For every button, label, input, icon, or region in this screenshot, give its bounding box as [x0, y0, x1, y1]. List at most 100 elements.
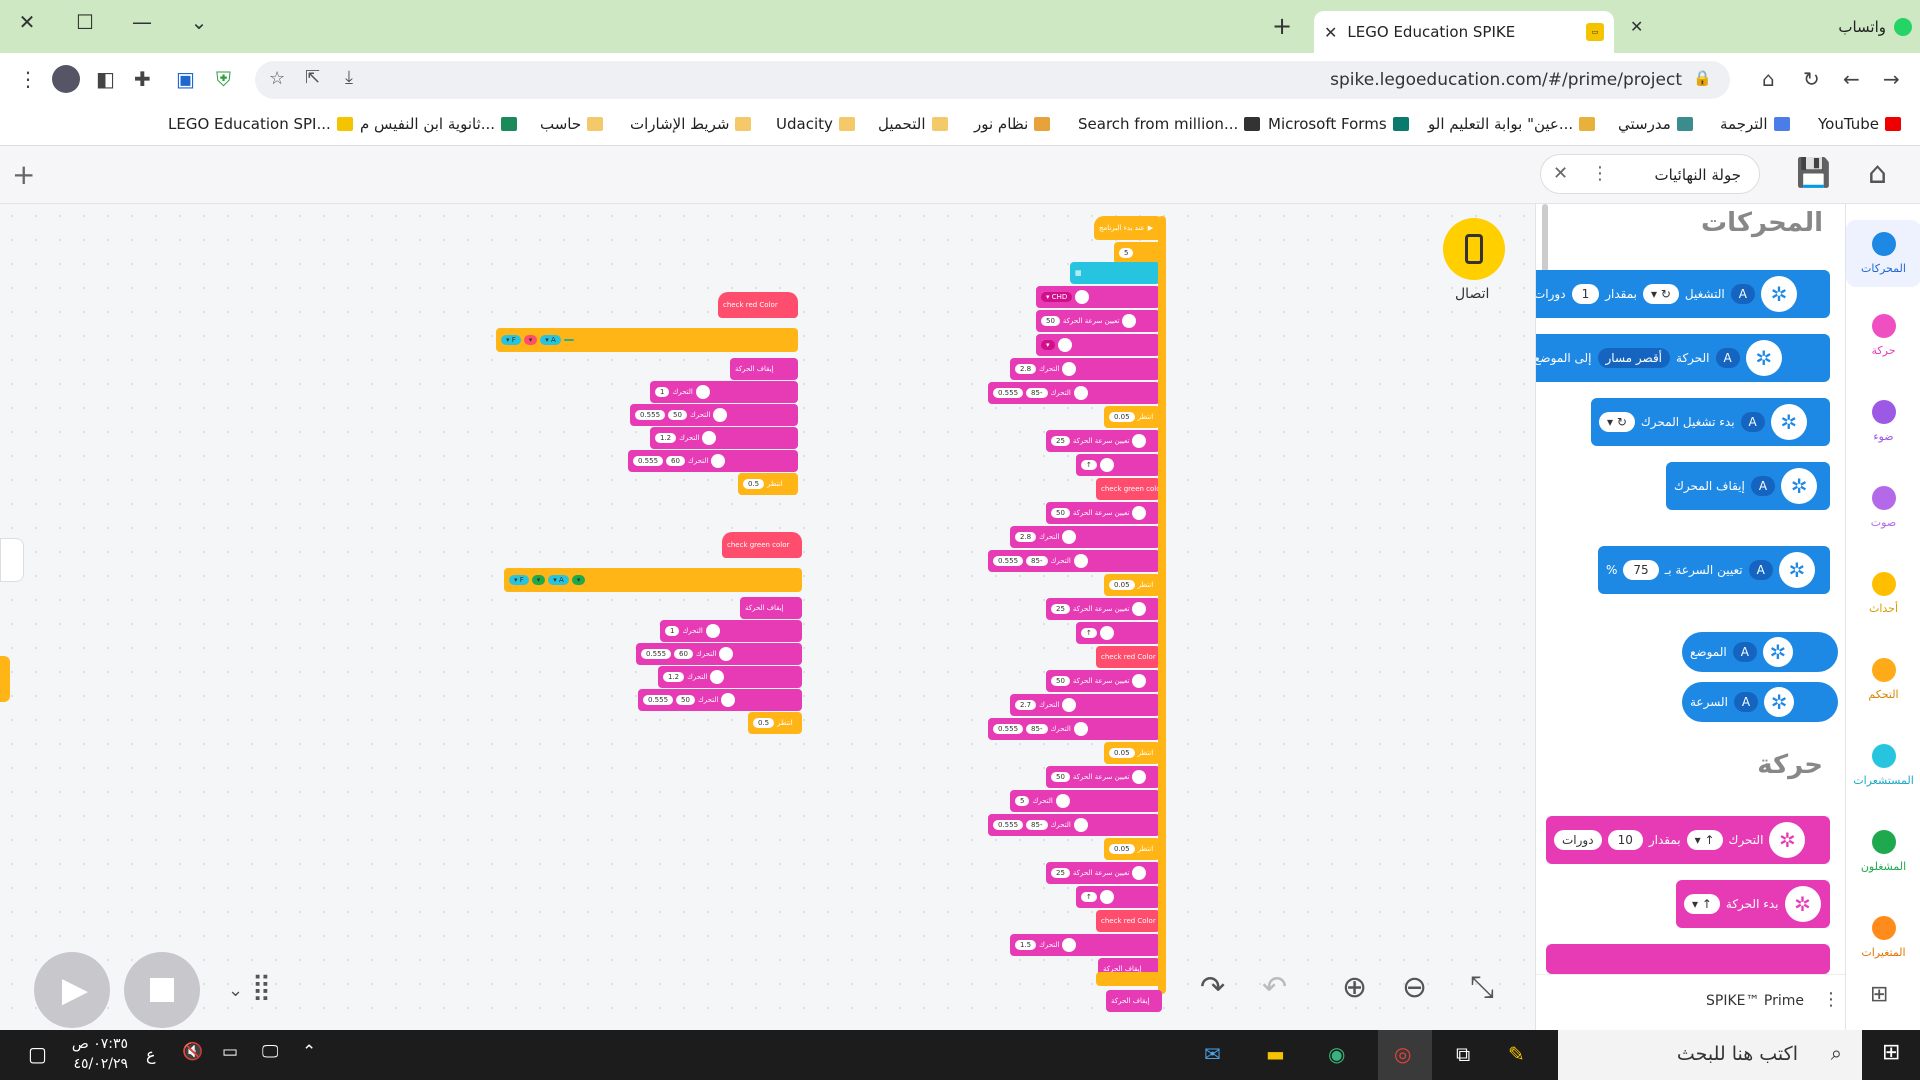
wait-block[interactable]: انتظر 0.05: [1104, 838, 1160, 860]
notification-icon[interactable]: ▢: [28, 1042, 47, 1066]
bookmark-folder[interactable]: حاسب: [540, 115, 604, 133]
bookmark-item[interactable]: Search from million...: [1078, 115, 1261, 133]
connect-hub-button[interactable]: [1443, 218, 1505, 280]
move-block[interactable]: التحرك -85 0.555: [988, 382, 1160, 404]
undo-icon[interactable]: ↶: [1262, 970, 1287, 1005]
close-tab-icon[interactable]: ✕: [1324, 23, 1337, 42]
set-speed-block[interactable]: تعيين سرعة الحركة 25: [1046, 430, 1160, 452]
play-button[interactable]: ▶: [34, 952, 110, 1028]
chevron-up-icon[interactable]: ⌃: [302, 1042, 316, 1062]
bookmark-item[interactable]: نظام نور: [974, 115, 1051, 133]
forward-icon[interactable]: →: [1883, 67, 1900, 91]
category-motors[interactable]: المحركات: [1846, 220, 1920, 287]
new-tab-button[interactable]: +: [1272, 12, 1292, 40]
category-light[interactable]: ضوء: [1846, 400, 1920, 443]
offscreen-block[interactable]: [0, 656, 10, 702]
url-text[interactable]: spike.legoeducation.com/#/prime/project: [1330, 70, 1682, 90]
zoom-out-icon[interactable]: ⊖: [1402, 970, 1427, 1005]
bookmark-item[interactable]: ثانوية ابن النفيس م...: [360, 115, 518, 133]
lock-icon[interactable]: 🔒: [1693, 69, 1712, 87]
motor-go-to-position-block[interactable]: ✲ A الحركة أقصر مسار إلى الموضع: [1536, 334, 1830, 382]
category-sensors[interactable]: المستشعرات: [1846, 744, 1920, 787]
block-palette[interactable]: المحركات ✲ A التشغيل ↻ ▾ بمقدار 1 دورات …: [1535, 204, 1845, 1030]
bookmark-folder[interactable]: شريط الإشارات: [630, 115, 752, 133]
set-speed-block[interactable]: تعيين سرعة الحركة 50: [1046, 502, 1160, 524]
bookmark-item[interactable]: LEGO Education SPI...: [168, 115, 353, 133]
task-view-icon[interactable]: ⧉: [1456, 1042, 1470, 1066]
move-block[interactable]: التحرك -85 0.555: [988, 814, 1160, 836]
move-block[interactable]: التحرك 60 0.555: [628, 450, 798, 472]
stop-button[interactable]: [124, 952, 200, 1028]
move-block[interactable]: التحرك 5: [1010, 790, 1160, 812]
taskbar-search[interactable]: اكتب هنا للبحث ⌕: [1558, 1030, 1862, 1080]
bookmark-item[interactable]: مدرستي: [1618, 115, 1693, 133]
move-block[interactable]: التحرك 1: [650, 381, 798, 403]
project-name-field[interactable]: ✕ ⋮ جولة النهائيات: [1540, 154, 1760, 194]
fit-to-screen-icon[interactable]: ⤡: [1470, 970, 1494, 1005]
mail-icon[interactable]: ✉: [1204, 1042, 1221, 1066]
stop-move-block[interactable]: إيقاف الحركة: [1106, 990, 1162, 1012]
redo-icon[interactable]: ↷: [1200, 970, 1225, 1005]
tab-whatsapp[interactable]: ✕ واتساب: [1622, 17, 1920, 36]
address-bar[interactable]: ☆ ⇱ ⤓ spike.legoeducation.com/#/prime/pr…: [255, 61, 1730, 99]
drag-handle[interactable]: [0, 538, 24, 582]
move-block[interactable]: التحرك 1.2: [658, 666, 802, 688]
tab-lego-spike[interactable]: ✕ LEGO Education SPIKE ▭: [1314, 11, 1614, 53]
sidebar-icon[interactable]: ◧: [96, 67, 115, 91]
bookmark-folder[interactable]: Udacity: [776, 115, 855, 133]
category-control[interactable]: التحكم: [1846, 658, 1920, 701]
more-options-icon[interactable]: ⋮: [1591, 163, 1609, 184]
start-move-block[interactable]: ↑: [1076, 454, 1160, 476]
network-icon[interactable]: 🖵: [262, 1042, 278, 1062]
move-steer-block[interactable]: [1546, 944, 1830, 974]
battery-icon[interactable]: ▭: [222, 1042, 238, 1062]
code-canvas[interactable]: check red Color A ▾ ▾ F ▾ إيقاف الحركة الت…: [0, 204, 1535, 1030]
install-icon[interactable]: ⤓: [345, 67, 353, 88]
start-moving-block[interactable]: ✲ بدء الحركة ↑ ▾: [1676, 880, 1830, 928]
wait-block[interactable]: انتظر 0.05: [1104, 574, 1160, 596]
profile-avatar[interactable]: [52, 65, 80, 93]
wait-until-block[interactable]: ▾ A ▾ ▾ F ▾: [504, 568, 802, 592]
minimize-window-icon[interactable]: —: [127, 10, 157, 34]
motor-speed-reporter[interactable]: ✲ A السرعة: [1682, 682, 1838, 722]
set-speed-block[interactable]: تعيين سرعة الحركة 25: [1046, 598, 1160, 620]
language-indicator[interactable]: ع: [146, 1045, 156, 1064]
move-for-block[interactable]: ✲ التحرك ↑ ▾ بمقدار 10 دورات: [1546, 816, 1830, 864]
category-movement[interactable]: حركة: [1846, 314, 1920, 357]
move-block[interactable]: التحرك 2.8: [1010, 526, 1160, 548]
extensions-icon[interactable]: ⊞: [1870, 982, 1888, 1007]
wait-until-block[interactable]: A ▾ ▾ F ▾: [496, 328, 798, 352]
move-block[interactable]: التحرك 2.8: [1010, 358, 1160, 380]
wait-block[interactable]: انتظر 0.5: [738, 473, 798, 495]
move-block[interactable]: التحرك -85 0.555: [988, 718, 1160, 740]
more-options-icon[interactable]: ⋮: [1822, 989, 1840, 1010]
bookmark-item[interactable]: الترجمة: [1720, 115, 1790, 133]
category-events[interactable]: أحداث: [1846, 572, 1920, 615]
chrome-taskbar-item[interactable]: ◎: [1378, 1030, 1432, 1080]
home-icon[interactable]: ⌂: [1868, 156, 1887, 191]
set-speed-block[interactable]: تعيين سرعة الحركة 50: [1046, 670, 1160, 692]
set-stop-block[interactable]: ▾: [1036, 334, 1160, 356]
shield-icon[interactable]: ⛨: [216, 67, 231, 91]
back-icon[interactable]: ←: [1843, 67, 1860, 91]
run-motor-block[interactable]: ✲ A التشغيل ↻ ▾ بمقدار 1 دورات: [1536, 270, 1830, 318]
move-block[interactable]: التحرك -85 0.555: [988, 550, 1160, 572]
file-explorer-icon[interactable]: ▬: [1266, 1042, 1285, 1066]
start-move-block[interactable]: ↑: [1076, 886, 1160, 908]
category-variables[interactable]: المتغيرات: [1846, 916, 1920, 959]
call-red-block[interactable]: check red Color: [1096, 910, 1160, 932]
start-motor-block[interactable]: ✲ A بدء تشغيل المحرك ↻ ▾: [1591, 398, 1830, 446]
windows-start-icon[interactable]: ⊞: [1882, 1040, 1900, 1065]
category-sound[interactable]: صوت: [1846, 486, 1920, 529]
set-motors-block[interactable]: CHD ▾: [1036, 286, 1160, 308]
save-icon[interactable]: 💾: [1796, 156, 1831, 189]
call-red-block[interactable]: check red Color: [1096, 646, 1160, 668]
move-block[interactable]: التحرك 60 0.555: [636, 643, 802, 665]
move-block[interactable]: التحرك 2.7: [1010, 694, 1160, 716]
console-icon[interactable]: ⣿: [252, 972, 271, 1002]
close-tab-icon[interactable]: ✕: [1630, 17, 1643, 36]
set-speed-block[interactable]: تعيين سرعة الحركة 25: [1046, 862, 1160, 884]
set-speed-block[interactable]: تعيين سرعة الحركة 50: [1046, 766, 1160, 788]
move-block[interactable]: التحرك 1.5: [1010, 934, 1160, 956]
start-move-block[interactable]: ↑: [1076, 622, 1160, 644]
